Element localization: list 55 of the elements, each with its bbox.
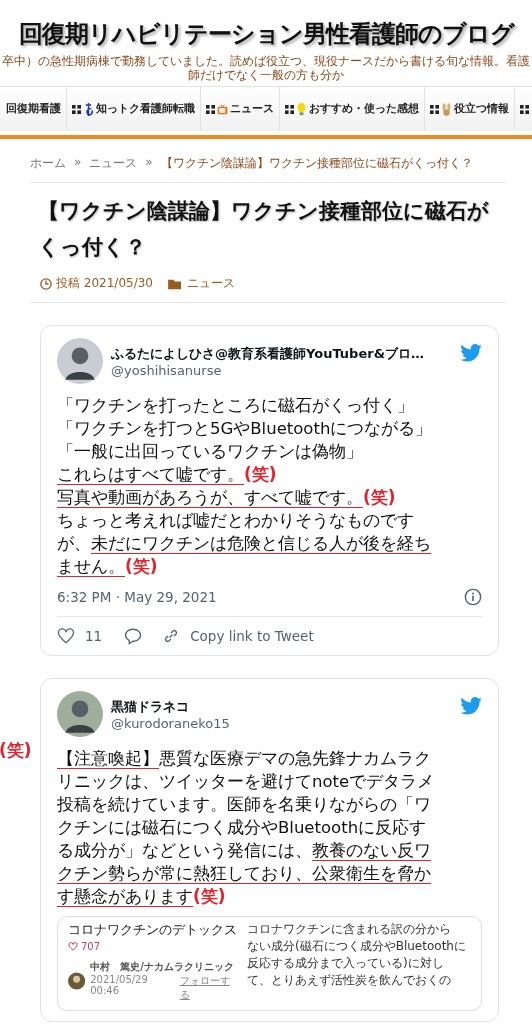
tweet-text: る成分が」などという発信には、 <box>57 841 312 860</box>
tweet-text: 「ワクチンを打つと5GやBluetoothにつながる」 <box>57 419 433 438</box>
site-tagline: 卒中）の急性期病棟で勤務していました。読めば役立つ、現役ナースだから書ける旬な情報。看護師だけでなく一般の方も分か <box>1 54 531 82</box>
tweet-text: 「一般に出回っているワクチンは偽物」 <box>57 442 363 461</box>
laugh-annotation: (笑) <box>363 487 396 507</box>
laugh-annotation: (笑) <box>244 464 277 484</box>
tweet-text: これらはすべて嘘です。 <box>57 465 244 485</box>
copy-link-button[interactable]: Copy link to Tweet <box>162 627 314 645</box>
tweet-text: クチンには磁石につく成分やBluetoothに反応す <box>57 818 427 837</box>
nav-item[interactable]: 知っトク看護師転職 <box>67 87 201 131</box>
tweet-handle[interactable]: @kurodoraneko15 <box>111 715 452 731</box>
breadcrumb-separator: » <box>74 155 82 171</box>
nav-item[interactable]: おすすめ・使った感想 <box>280 87 425 131</box>
breadcrumb-separator: » <box>145 155 153 171</box>
laugh-annotation: (笑) <box>0 739 32 762</box>
tweet-text: 「ワクチンを打ったところに磁石がくっ付く」 <box>57 396 414 415</box>
note-date: 2021/05/29 00:46 <box>90 974 149 998</box>
tweet-text: 悪質な医療デマの急先鋒ナカムラク <box>159 749 431 768</box>
post-date: 投稿 2021/05/30 <box>56 275 153 292</box>
category-link[interactable]: ニュース <box>187 275 235 292</box>
tweet-author-name[interactable]: 黒猫ドラネコ <box>111 697 452 716</box>
nav-item[interactable]: 回復期看護 <box>0 87 67 131</box>
note-card[interactable]: コロナワクチンのデトックス 707 中村 篤史/ナカムラクリニック 2021/05/29 00:46 フォローする コロナワクチンに含まれる訳の分から ない成分(磁石につく成分やBluetoothに 反応する成分まで入っている)に対し て、とりあえず活性炭を飲んでおくの <box>57 916 482 1011</box>
note-excerpt: コロナワクチンに含まれる訳の分から <box>247 921 452 938</box>
note-excerpt: ない成分(磁石につく成分やBluetoothに <box>247 938 467 955</box>
tweet-timestamp[interactable]: 6:32 PM · May 29, 2021 <box>57 589 217 605</box>
breadcrumb-link[interactable]: ニュース <box>89 155 138 172</box>
tweet-text: 【注意喚起】 <box>57 749 159 769</box>
tweet-text: 教養のない反ワ <box>312 841 431 861</box>
breadcrumb-current: 【ワクチン陰謀論】ワクチン接種部位に磁石がくっ付く？ <box>160 155 473 172</box>
note-excerpt: 反応する成分まで入っている)に対し <box>247 955 445 972</box>
tweet-text: が、 <box>57 534 91 553</box>
note-like-count: 707 <box>81 941 101 952</box>
laugh-annotation: (笑) <box>193 886 226 906</box>
breadcrumb-link[interactable]: ホーム <box>30 155 66 172</box>
article-title: 【ワクチン陰謀論】ワクチン接種部位に磁石がくっ付く？ <box>37 198 490 261</box>
tweet-text: ちょっと考えれば嘘だとわかりそうなものです <box>57 511 414 530</box>
tweet-text: リニックは、ツイッターを避けてnoteでデタラメ <box>57 772 435 791</box>
note-excerpt: て、とりあえず活性炭を飲んでおくの <box>247 972 452 989</box>
nav-item[interactable]: 役立つ情報 <box>425 87 515 131</box>
tweet-text: 投稿を続けています。医師を名乗りながらの「ワ <box>57 795 431 814</box>
tweet-author-name[interactable]: ふるたによしひさ@教育系看護師YouTuber&ブロ… <box>111 344 452 363</box>
note-title: コロナワクチンのデトックス <box>68 921 237 939</box>
laugh-annotation: (笑) <box>125 556 158 576</box>
like-count: 11 <box>85 628 103 644</box>
follow-link[interactable]: フォローする <box>179 974 237 1002</box>
note-author: 中村 篤史/ナカムラクリニック <box>90 960 235 974</box>
nav-item[interactable]: ニュース <box>201 87 280 131</box>
tweet-text: す懸念があります <box>57 887 193 907</box>
site-title[interactable]: 回復期リハビリテーション男性看護師のブログ <box>0 18 532 50</box>
tweet-text: ません。 <box>57 557 125 577</box>
tweet-text: 写真や動画があろうが、すべて嘘です。 <box>57 488 363 508</box>
tweet-text: 未だにワクチンは危険と信じる人が後を経ち <box>91 534 431 554</box>
tweet-text: クチン勢らが常に熱狂しており、公衆衛生を脅か <box>57 864 431 884</box>
tweet-handle[interactable]: @yoshihisanurse <box>111 362 452 378</box>
